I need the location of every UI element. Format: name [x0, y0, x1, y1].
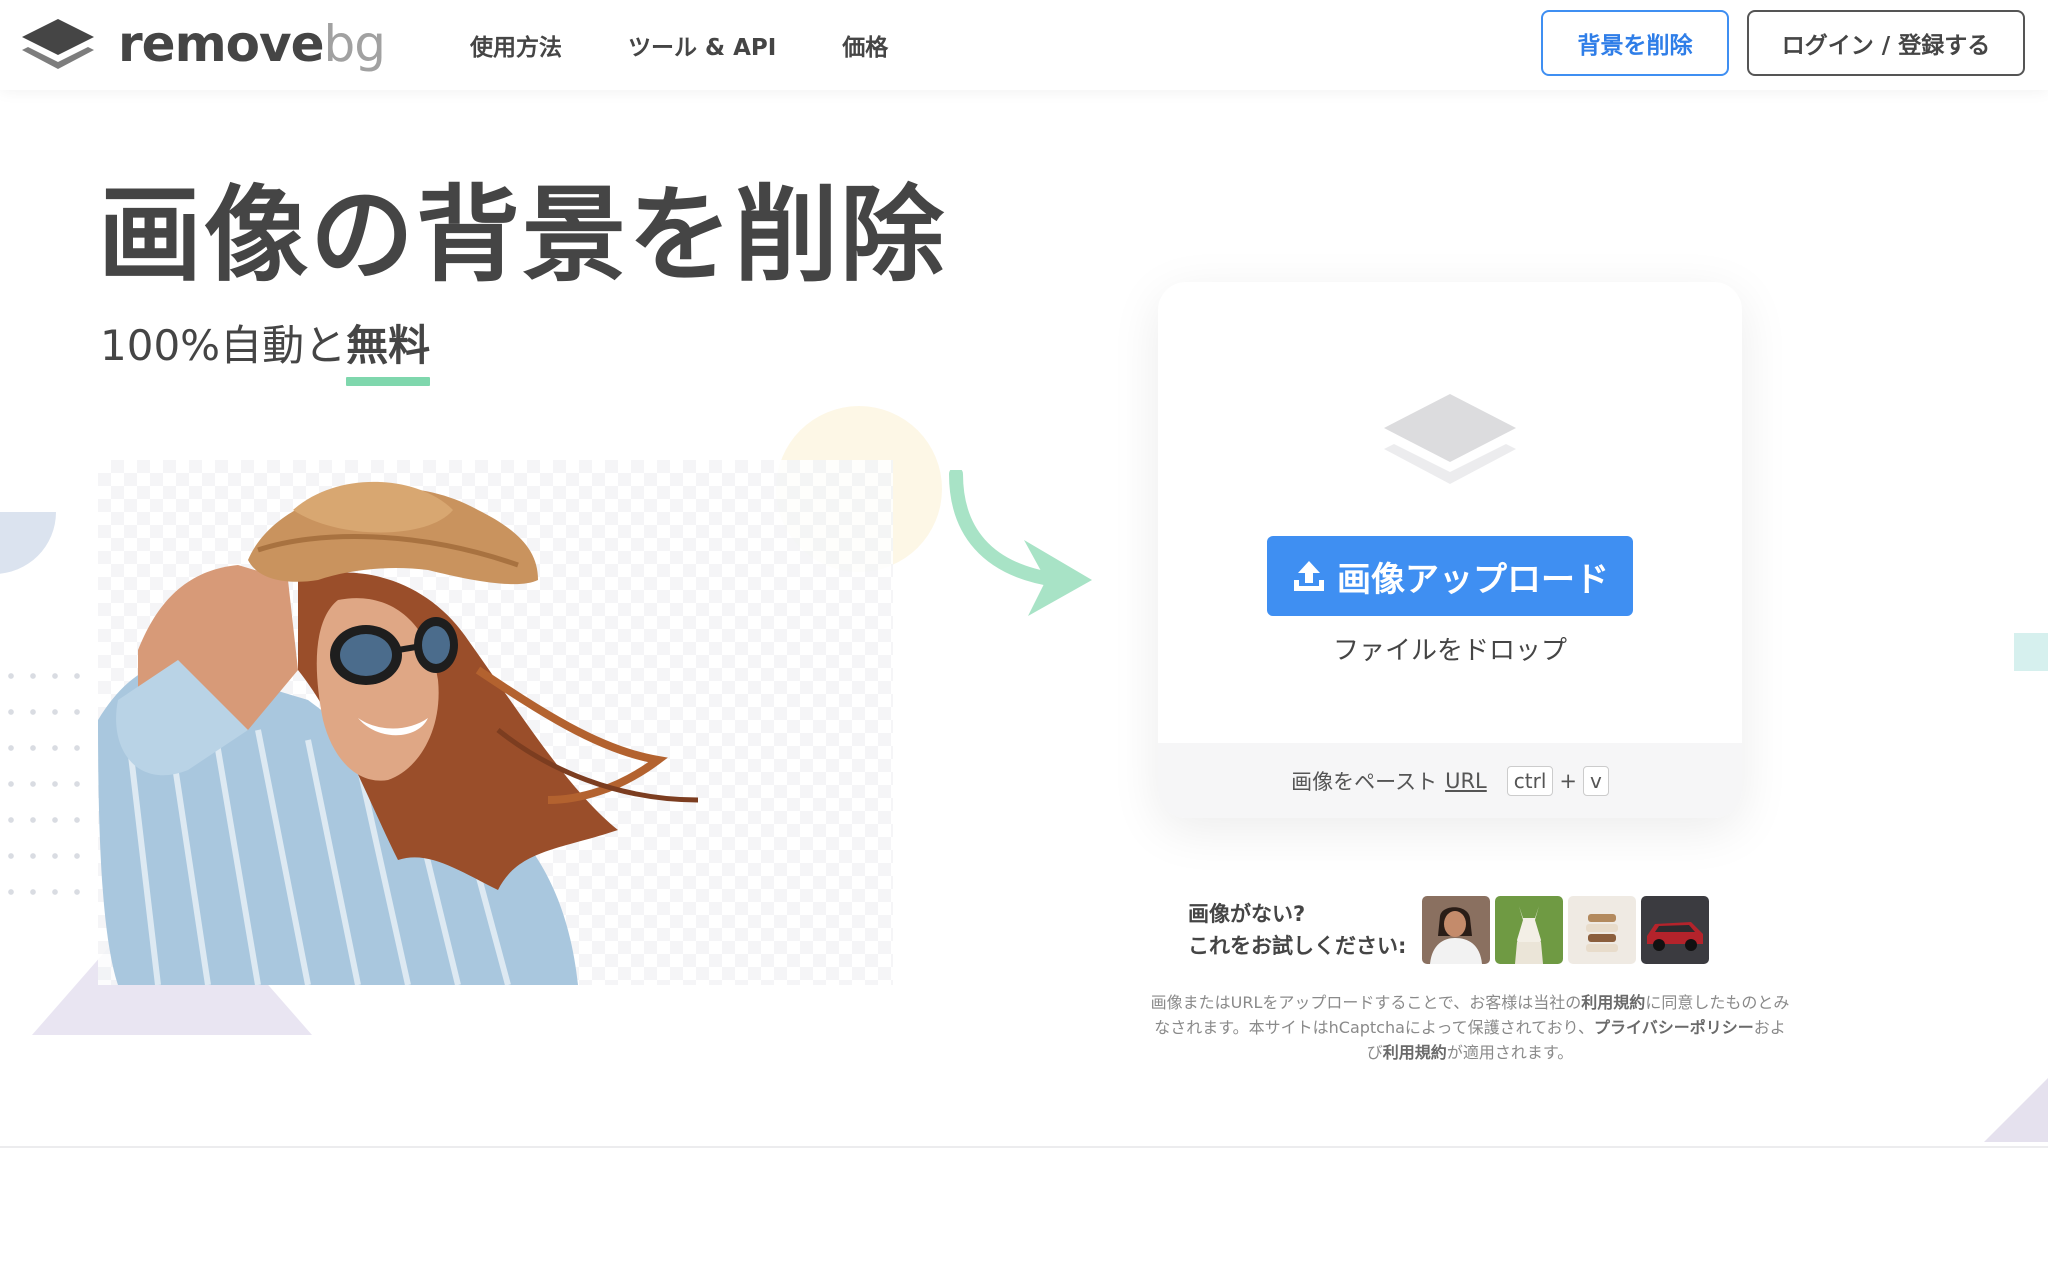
upload-image-button[interactable]: 画像アップロード: [1267, 536, 1633, 616]
decorative-dot-grid: [0, 658, 92, 902]
drop-file-text: ファイルをドロップ: [1332, 636, 1567, 666]
sample-thumbnails: [1422, 896, 1714, 964]
url-link[interactable]: URL: [1445, 769, 1487, 793]
decorative-corner-triangle: [1984, 1078, 2048, 1142]
upload-button-label: 画像アップロード: [1337, 559, 1609, 600]
site-header: removebg 使用方法 ツール & API 価格 背景を削除 ログイン / …: [0, 0, 2048, 90]
sample-thumb-car[interactable]: [1641, 896, 1709, 964]
nav-pricing[interactable]: 価格: [842, 28, 888, 62]
terms-link[interactable]: 利用規約: [1581, 993, 1645, 1012]
car-sample-image: [1641, 896, 1709, 964]
sample-thumb-llama[interactable]: [1495, 896, 1563, 964]
try-these-text: これをお試しください:: [1188, 934, 1407, 958]
curved-arrow-icon: [949, 470, 1092, 616]
privacy-policy-link[interactable]: プライバシーポリシー: [1594, 1018, 1754, 1037]
hero-subtitle-free: 無料: [346, 318, 431, 386]
terms-link-2[interactable]: 利用規約: [1383, 1043, 1447, 1062]
no-image-text: 画像がない?: [1188, 902, 1306, 926]
terms-text-1: 画像またはURLをアップロードすることで、お客様は当社の: [1150, 993, 1582, 1012]
decorative-half-circle: [0, 512, 56, 574]
v-key: v: [1583, 765, 1609, 796]
llama-sample-image: [1495, 896, 1563, 964]
layers-logo-icon: [22, 19, 94, 69]
try-samples-label: 画像がない? これをお試しください:: [1188, 898, 1406, 962]
cake-sample-image: [1568, 896, 1636, 964]
upload-card[interactable]: 画像アップロード ファイルをドロップ 画像をペースト URL ctrl + v: [1158, 282, 1742, 818]
sample-thumb-cake[interactable]: [1568, 896, 1636, 964]
paste-bar: 画像をペースト URL ctrl + v: [1158, 743, 1742, 818]
logo[interactable]: removebg: [20, 14, 386, 74]
sample-thumb-woman[interactable]: [1422, 896, 1490, 964]
woman-sample-image: [1422, 896, 1490, 964]
hero-subtitle: 100%自動と無料: [100, 318, 431, 386]
login-signup-button[interactable]: ログイン / 登録する: [1747, 10, 2025, 76]
plus-sign: +: [1559, 768, 1577, 793]
hero-subtitle-text: 100%自動と: [100, 321, 347, 370]
hero-title: 画像の背景を削除: [98, 174, 947, 296]
paste-image-text: 画像をペースト: [1291, 769, 1438, 794]
logo-wordmark: removebg: [118, 15, 386, 73]
section-divider: [0, 1146, 2048, 1148]
decorative-square: [2014, 633, 2048, 671]
remove-background-button[interactable]: 背景を削除: [1541, 10, 1729, 76]
main-nav: 使用方法 ツール & API 価格: [470, 0, 954, 90]
terms-notice: 画像またはURLをアップロードすることで、お客様は当社の利用規約に同意したものと…: [1150, 990, 1790, 1065]
hero-woman-image: [98, 481, 699, 985]
upload-icon: [1294, 561, 1324, 591]
terms-text-4: が適用されます。: [1446, 1043, 1574, 1062]
nav-tools-api[interactable]: ツール & API: [628, 28, 776, 62]
ctrl-key: ctrl: [1506, 765, 1554, 796]
image-stack-icon: [1384, 394, 1516, 484]
nav-how-to-use[interactable]: 使用方法: [470, 28, 562, 62]
